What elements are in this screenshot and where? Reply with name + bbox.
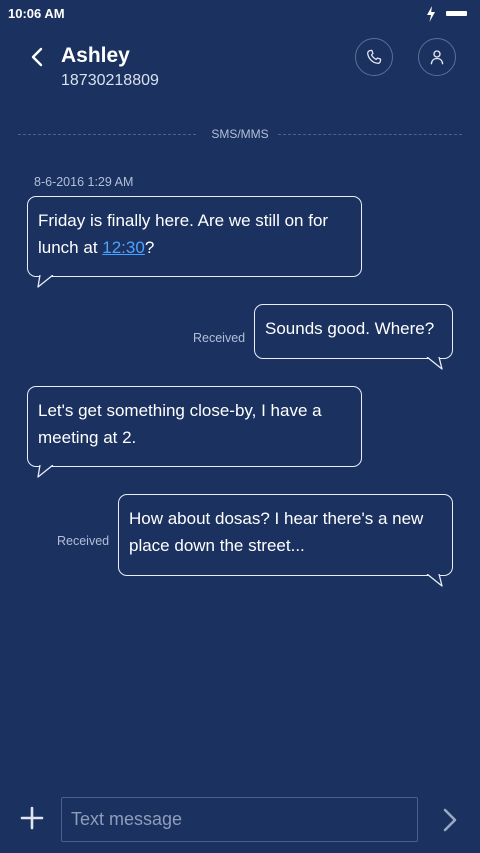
- conversation-header: Ashley 18730218809: [0, 28, 480, 118]
- message-text: How about dosas? I hear there's a new pl…: [129, 509, 424, 555]
- charging-bolt-icon: [427, 6, 435, 22]
- plus-icon[interactable]: [18, 804, 46, 832]
- message-input[interactable]: [61, 797, 418, 842]
- message-composer: [0, 790, 480, 853]
- phone-icon: [367, 49, 382, 64]
- message-timestamp: 8-6-2016 1:29 AM: [34, 175, 134, 189]
- message-status: Received: [193, 331, 246, 345]
- bubble-tail: [37, 275, 54, 288]
- call-button[interactable]: [355, 38, 393, 76]
- divider-line: [278, 134, 462, 135]
- back-button[interactable]: [22, 42, 52, 72]
- incoming-message-bubble[interactable]: Let's get something close-by, I have a m…: [27, 386, 362, 478]
- bubble-tail: [426, 357, 443, 370]
- message-text: ?: [144, 238, 155, 257]
- message-text: Let's get something close-by, I have a m…: [38, 401, 322, 447]
- person-icon: [430, 50, 444, 65]
- send-chevron-icon[interactable]: [438, 806, 462, 834]
- contact-profile-button[interactable]: [418, 38, 456, 76]
- outgoing-message-bubble[interactable]: Sounds good. Where?: [254, 304, 453, 370]
- incoming-message-bubble[interactable]: Friday is finally here. Are we still on …: [27, 196, 362, 288]
- message-text: Friday is finally here. Are we still on …: [38, 211, 329, 257]
- message-text: Sounds good. Where?: [265, 319, 435, 338]
- contact-name: Ashley: [61, 44, 130, 67]
- bubble-tail: [37, 465, 54, 478]
- chevron-left-icon: [31, 47, 43, 67]
- status-time: 10:06 AM: [8, 6, 65, 21]
- contact-number: 18730218809: [61, 72, 159, 89]
- outgoing-message-bubble[interactable]: How about dosas? I hear there's a new pl…: [118, 494, 453, 587]
- battery-icon: [446, 11, 467, 16]
- bubble-tail: [426, 574, 443, 587]
- status-bar: 10:06 AM: [0, 0, 480, 28]
- message-status: Received: [57, 534, 110, 548]
- time-link[interactable]: 12:30: [102, 238, 145, 257]
- channel-divider: SMS/MMS: [18, 126, 462, 144]
